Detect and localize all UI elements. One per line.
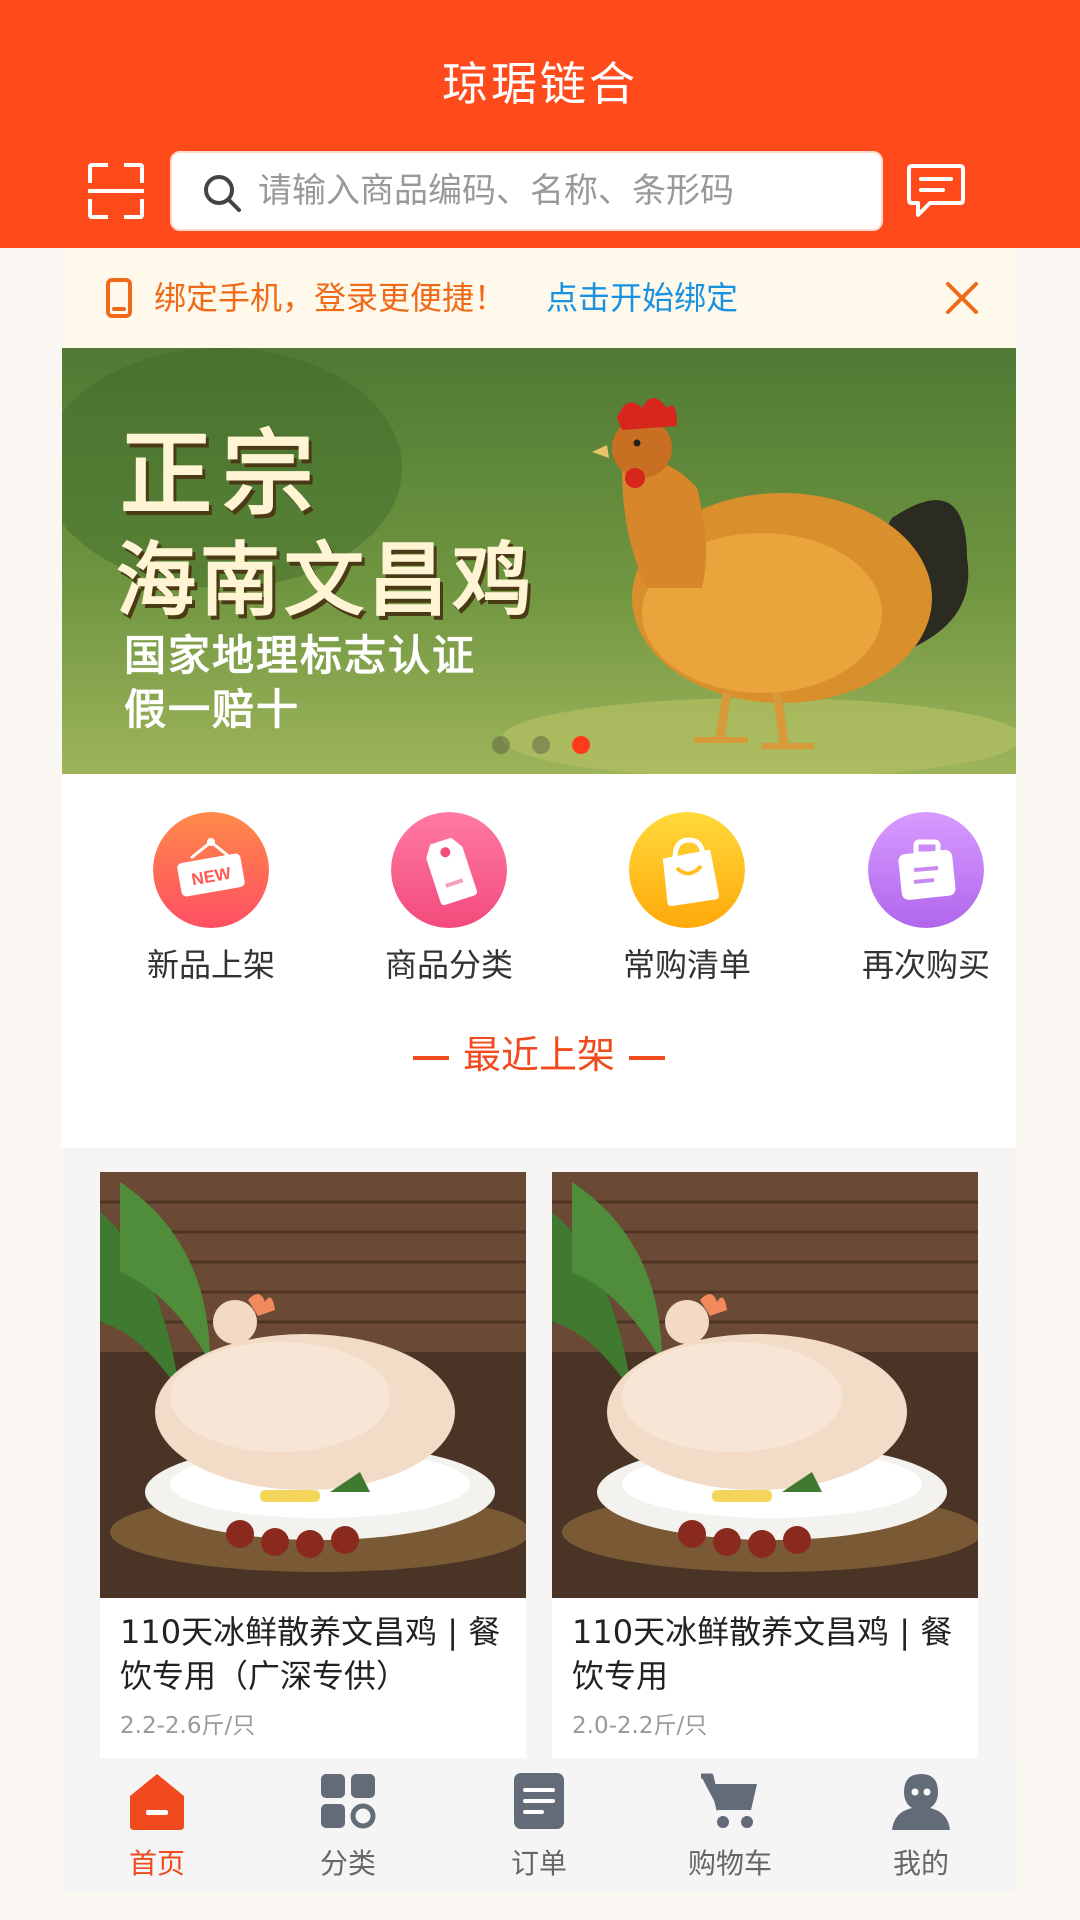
user-icon [892, 1774, 950, 1830]
scan-icon[interactable] [88, 163, 144, 219]
new-tag-icon: NEW [153, 812, 269, 928]
bind-phone-text: 绑定手机，登录更便捷！ [154, 279, 507, 317]
product-spec: 2.0-2.2斤/只 [572, 1713, 708, 1739]
tab-category[interactable]: 分类 [253, 1770, 443, 1886]
tab-label: 订单 [510, 1847, 567, 1880]
bind-phone-notice: 绑定手机，登录更便捷！ 点击开始绑定 [62, 248, 1016, 348]
search-box[interactable] [170, 151, 883, 231]
category-grid-icon [321, 1774, 376, 1829]
tab-label: 分类 [319, 1847, 376, 1880]
banner-subtitle-2: 假一赔十 [124, 685, 301, 734]
tab-label: 首页 [128, 1847, 185, 1880]
product-grid: 110天冰鲜散养文昌鸡 | 餐饮专用（广深专供） 2.2-2.6斤/只 110天… [62, 1148, 1016, 1758]
carousel-dot[interactable] [492, 736, 510, 754]
banner-headline-2: 海南文昌鸡 [116, 534, 536, 627]
shopping-bag-icon [629, 812, 745, 928]
quick-entry-label: 新品上架 [146, 946, 275, 984]
section-title-text: 最近上架 [462, 1033, 615, 1077]
search-input[interactable] [258, 153, 858, 229]
price-tag-icon [391, 812, 507, 928]
product-card[interactable]: 110天冰鲜散养文昌鸡 | 餐饮专用（广深专供） 2.2-2.6斤/只 [100, 1172, 526, 1758]
briefcase-icon [868, 812, 984, 928]
tab-label: 我的 [892, 1847, 949, 1880]
banner-subtitle-1: 国家地理标志认证 [124, 631, 477, 680]
bind-phone-link[interactable]: 点击开始绑定 [546, 274, 738, 322]
carousel-dot[interactable] [532, 736, 550, 754]
product-image [100, 1172, 526, 1598]
quick-entry-label: 常购清单 [622, 946, 751, 984]
product-card[interactable]: 110天冰鲜散养文昌鸡 | 餐饮专用 2.0-2.2斤/只 [552, 1172, 978, 1758]
quick-entry-label: 商品分类 [384, 946, 513, 984]
quick-entries: NEW 新品上架 商品分类 常购清单 再次购买 最近上架 [62, 774, 1016, 1148]
carousel-dots [492, 736, 612, 756]
home-icon [130, 1774, 184, 1830]
search-icon [204, 175, 241, 212]
order-list-icon [514, 1773, 564, 1829]
bottom-tab-bar: 首页 分类 订单 购物车 我的 [62, 1758, 1016, 1892]
phone-icon [106, 278, 132, 318]
quick-entry-buy-again[interactable]: 再次购买 [836, 812, 1016, 1012]
message-icon[interactable] [906, 162, 966, 220]
product-spec: 2.2-2.6斤/只 [120, 1713, 256, 1739]
cart-icon [701, 1773, 757, 1828]
section-title: 最近上架 [62, 1024, 1016, 1079]
tab-label: 购物车 [687, 1847, 772, 1880]
carousel-dot-active[interactable] [572, 736, 590, 754]
tab-orders[interactable]: 订单 [444, 1770, 634, 1886]
quick-entry-label: 再次购买 [861, 946, 990, 984]
banner-headline-1: 正宗 [120, 421, 325, 528]
tab-mine[interactable]: 我的 [826, 1770, 1016, 1886]
product-image [552, 1172, 978, 1598]
product-name: 110天冰鲜散养文昌鸡 | 餐饮专用（广深专供） [120, 1613, 501, 1695]
title-dash [629, 1055, 665, 1060]
promo-banner[interactable]: 正宗 海南文昌鸡 国家地理标志认证 假一赔十 [62, 348, 1016, 774]
product-name: 110天冰鲜散养文昌鸡 | 餐饮专用 [572, 1613, 953, 1695]
app-title: 琼琚链合 [442, 57, 638, 111]
close-icon[interactable] [942, 278, 982, 318]
title-dash [412, 1055, 449, 1060]
app-header: 琼琚链合 [0, 0, 1080, 248]
tab-cart[interactable]: 购物车 [635, 1770, 825, 1886]
quick-entry-new-arrivals[interactable]: NEW 新品上架 [121, 812, 301, 1012]
quick-entry-frequent-list[interactable]: 常购清单 [597, 812, 777, 1012]
tab-home[interactable]: 首页 [62, 1770, 252, 1886]
quick-entry-categories[interactable]: 商品分类 [359, 812, 539, 1012]
